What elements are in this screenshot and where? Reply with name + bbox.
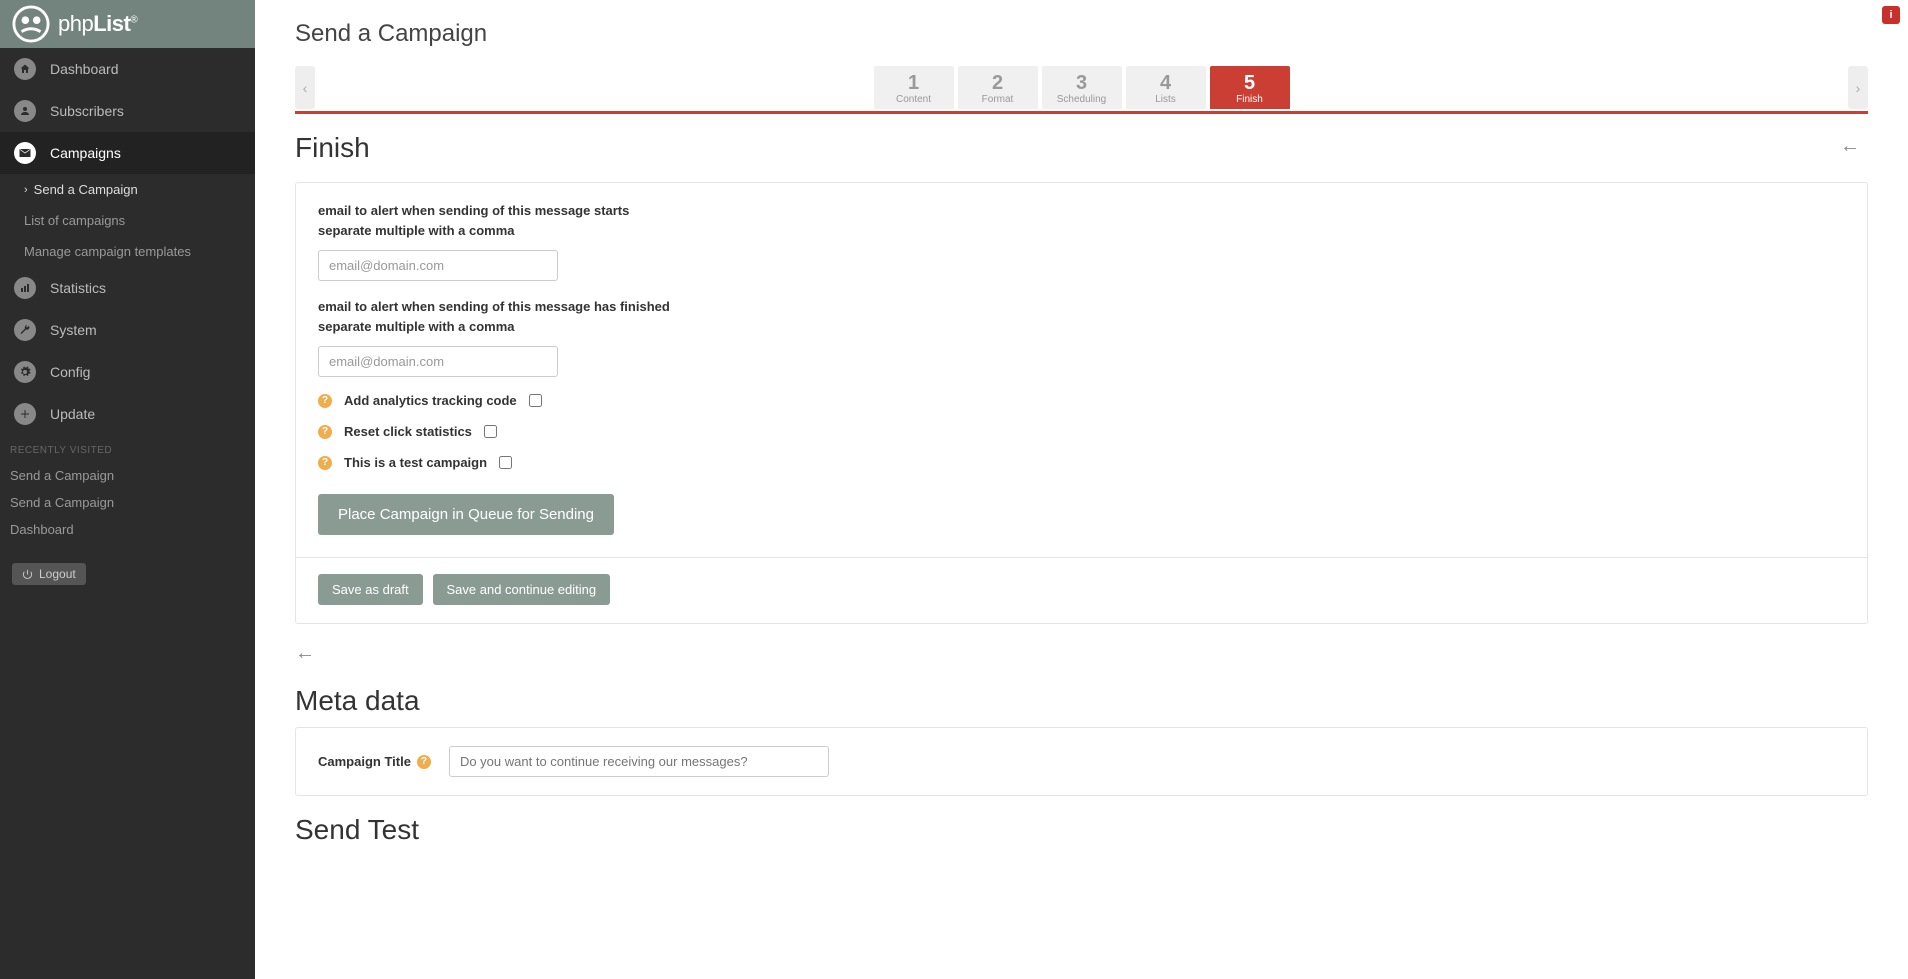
analytics-row: ? Add analytics tracking code [318, 393, 1845, 408]
wizard-tab-label: Finish [1210, 94, 1290, 105]
sidebar-item-label: Update [50, 406, 95, 422]
sidebar-item-label: Campaigns [50, 145, 121, 161]
send-test-heading: Send Test [295, 814, 1868, 846]
sidebar-item-label: Subscribers [50, 103, 124, 119]
save-continue-button[interactable]: Save and continue editing [433, 574, 611, 605]
meta-row: Campaign Title ? [318, 746, 1845, 777]
end-alert-input[interactable] [318, 346, 558, 377]
sidebar-sub-list-campaigns[interactable]: List of campaigns [0, 205, 255, 236]
sidebar-item-update[interactable]: Update [0, 393, 255, 435]
finish-header-row: Finish ← [295, 118, 1868, 174]
sidebar-item-label: Statistics [50, 280, 106, 296]
page-title: Send a Campaign [295, 20, 1868, 48]
phplist-logo-icon [12, 5, 50, 43]
sidebar-item-config[interactable]: Config [0, 351, 255, 393]
wizard-tab-finish[interactable]: 5 Finish [1210, 66, 1290, 109]
sidebar-sub-send-campaign[interactable]: › Send a Campaign [0, 174, 255, 205]
sidebar-item-campaigns[interactable]: Campaigns [0, 132, 255, 174]
logo[interactable]: phpList® [12, 5, 137, 43]
envelope-icon [14, 142, 36, 164]
sidebar-item-statistics[interactable]: Statistics [0, 267, 255, 309]
test-label: This is a test campaign [344, 455, 487, 470]
user-icon [14, 100, 36, 122]
sidebar-sub-label: Send a Campaign [34, 182, 138, 197]
campaign-title-label: Campaign Title ? [318, 754, 431, 769]
wizard-tab-number: 5 [1210, 72, 1290, 94]
back-arrow-top[interactable]: ← [1832, 131, 1868, 162]
wizard-tab-number: 2 [958, 72, 1038, 94]
wizard-tab-format[interactable]: 2 Format [958, 66, 1038, 109]
wizard-tabs: ‹ 1 Content 2 Format 3 Scheduling 4 List… [295, 66, 1868, 109]
recent-item[interactable]: Dashboard [0, 516, 255, 543]
back-arrow-bottom[interactable]: ← [295, 638, 323, 668]
help-icon[interactable]: ? [318, 394, 332, 408]
end-alert-label-1: email to alert when sending of this mess… [318, 297, 1845, 317]
save-draft-button[interactable]: Save as draft [318, 574, 423, 605]
campaign-title-text: Campaign Title [318, 754, 411, 769]
sidebar-sub-label: Manage campaign templates [24, 244, 191, 259]
end-alert-label-2: separate multiple with a comma [318, 317, 1845, 337]
chart-icon [14, 277, 36, 299]
help-icon[interactable]: ? [417, 755, 431, 769]
campaign-title-input[interactable] [449, 746, 829, 777]
wizard-tab-scheduling[interactable]: 3 Scheduling [1042, 66, 1122, 109]
reset-checkbox[interactable] [484, 425, 497, 438]
wizard-tab-label: Content [874, 94, 954, 105]
sidebar-item-dashboard[interactable]: Dashboard [0, 48, 255, 90]
test-checkbox[interactable] [499, 456, 512, 469]
sidebar-item-label: Config [50, 364, 90, 380]
start-alert-input[interactable] [318, 250, 558, 281]
wizard-tab-lists[interactable]: 4 Lists [1126, 66, 1206, 109]
reset-row: ? Reset click statistics [318, 424, 1845, 439]
wizard-next-button[interactable]: › [1848, 66, 1868, 109]
home-icon [14, 58, 36, 80]
wizard-tab-label: Format [958, 94, 1038, 105]
help-icon[interactable]: ? [318, 456, 332, 470]
power-icon [22, 569, 33, 580]
wizard-underline [295, 111, 1868, 114]
wizard-tab-number: 1 [874, 72, 954, 94]
chevron-right-icon: › [24, 184, 28, 196]
sidebar-item-label: Dashboard [50, 61, 119, 77]
test-row: ? This is a test campaign [318, 455, 1845, 470]
wizard-tab-content[interactable]: 1 Content [874, 66, 954, 109]
start-alert-label-2: separate multiple with a comma [318, 221, 1845, 241]
sidebar-item-subscribers[interactable]: Subscribers [0, 90, 255, 132]
sidebar-item-system[interactable]: System [0, 309, 255, 351]
recent-item[interactable]: Send a Campaign [0, 462, 255, 489]
back-link-row: ← [295, 642, 1868, 665]
sidebar-sub-manage-templates[interactable]: Manage campaign templates [0, 236, 255, 267]
panel-divider [296, 557, 1867, 558]
help-icon[interactable]: ? [318, 425, 332, 439]
reset-label: Reset click statistics [344, 424, 472, 439]
recent-item[interactable]: Send a Campaign [0, 489, 255, 516]
main-content: Send a Campaign ‹ 1 Content 2 Format 3 S… [255, 0, 1908, 979]
wizard-tab-number: 4 [1126, 72, 1206, 94]
wizard-tab-label: Scheduling [1042, 94, 1122, 105]
start-alert-label-1: email to alert when sending of this mess… [318, 201, 1845, 221]
analytics-checkbox[interactable] [529, 394, 542, 407]
sidebar-sub-label: List of campaigns [24, 213, 125, 228]
wizard-tab-label: Lists [1126, 94, 1206, 105]
sidebar-item-label: System [50, 322, 97, 338]
finish-heading: Finish [295, 132, 370, 164]
logout-label: Logout [39, 567, 76, 581]
recently-visited-heading: RECENTLY VISITED [0, 435, 255, 462]
wizard-tab-number: 3 [1042, 72, 1122, 94]
logout-button[interactable]: Logout [12, 563, 86, 585]
logo-text: phpList® [58, 11, 137, 37]
wrench-icon [14, 319, 36, 341]
analytics-label: Add analytics tracking code [344, 393, 517, 408]
gear-icon [14, 361, 36, 383]
meta-heading: Meta data [295, 685, 1868, 717]
meta-panel: Campaign Title ? [295, 727, 1868, 796]
plus-icon [14, 403, 36, 425]
place-in-queue-button[interactable]: Place Campaign in Queue for Sending [318, 494, 614, 535]
sidebar: phpList® Dashboard Subscribers Campaigns… [0, 0, 255, 979]
finish-panel: email to alert when sending of this mess… [295, 182, 1868, 624]
sidebar-header: phpList® [0, 0, 255, 48]
wizard-prev-button[interactable]: ‹ [295, 66, 315, 109]
